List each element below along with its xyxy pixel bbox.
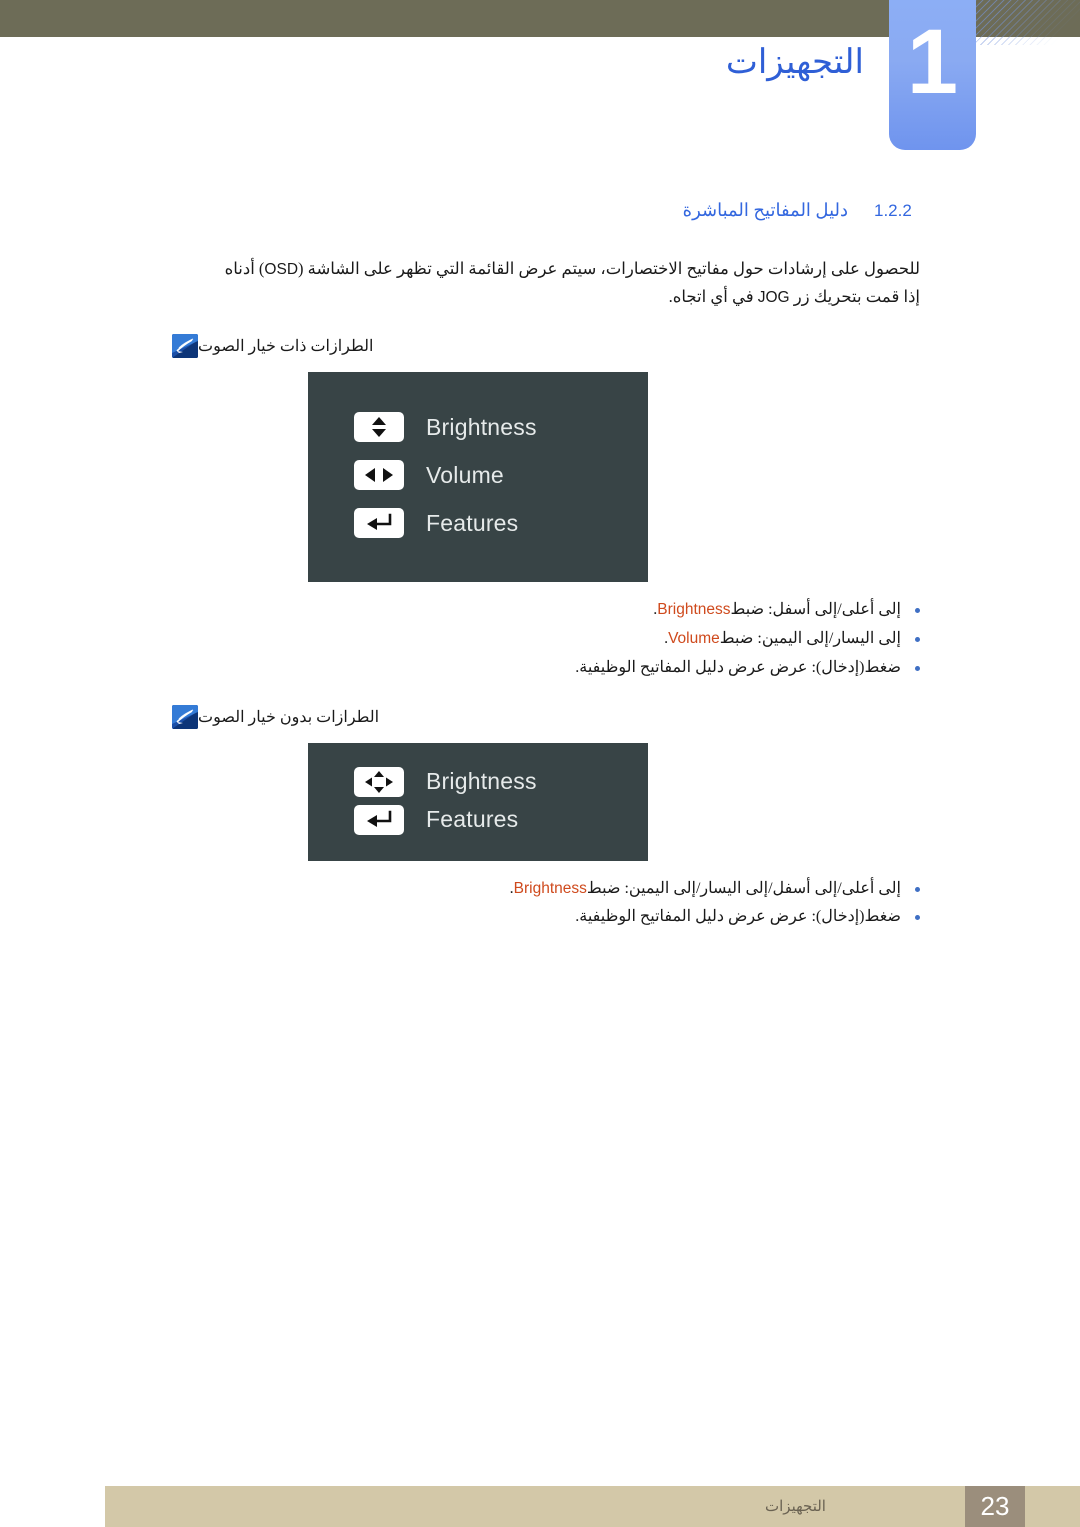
note-line-without-audio: الطرازات بدون خيار الصوت	[160, 704, 1080, 729]
osd-label-features: Features	[426, 806, 519, 833]
jog-abbreviation: JOG	[757, 288, 790, 306]
bullet-text: إلى اليسار/إلى اليمين: ضبطVolume.	[664, 627, 901, 652]
paragraph-part-a: للحصول على إرشادات حول مفاتيح الاختصارات…	[298, 259, 920, 278]
bullet-highlight: Brightness	[657, 601, 731, 619]
enter-arrow-icon	[354, 804, 404, 835]
page-number: 23	[980, 1491, 1010, 1521]
diagonal-hatch-decoration	[975, 0, 1080, 45]
note-pen-icon	[172, 334, 198, 359]
bullet-dot-icon	[915, 886, 920, 892]
section-number: 1.2.2	[874, 201, 912, 220]
note-pen-icon	[172, 704, 198, 729]
osd-label-brightness: Brightness	[426, 768, 537, 795]
list-item: ضغط(إدخال): عرض عرض دليل المفاتيح الوظيف…	[0, 656, 920, 681]
osd-row-brightness[interactable]: Brightness	[308, 766, 648, 797]
section-heading: 1.2.2 دليل المفاتيح المباشرة	[0, 200, 1080, 221]
note-text-without-audio: الطرازات بدون خيار الصوت	[198, 708, 380, 726]
bullet-dot-icon	[915, 665, 920, 671]
bullet-pre: ضغط(إدخال): عرض عرض دليل المفاتيح الوظيف…	[575, 658, 901, 676]
bullet-text: ضغط(إدخال): عرض عرض دليل المفاتيح الوظيف…	[575, 656, 901, 681]
osd-row-features[interactable]: Features	[308, 508, 648, 539]
bullet-pre: إلى أعلى/إلى أسفل: ضبط	[730, 601, 902, 619]
four-way-diamond-icon	[354, 766, 404, 797]
section-title: دليل المفاتيح المباشرة	[682, 200, 848, 220]
bullet-dot-icon	[915, 636, 920, 642]
note-line-with-audio: الطرازات ذات خيار الصوت	[160, 334, 1080, 359]
enter-arrow-icon	[354, 508, 404, 539]
osd-row-features[interactable]: Features	[308, 804, 648, 835]
footer-bar: التجهيزات 23	[105, 1486, 1080, 1527]
up-down-arrows-icon	[354, 412, 404, 443]
osd-label-volume: Volume	[426, 461, 504, 488]
osd-menu-with-audio: Brightness Volume Features	[308, 372, 648, 583]
bullet-pre: ضغط(إدخال): عرض عرض دليل المفاتيح الوظيف…	[575, 908, 901, 926]
chapter-title: التجهيزات	[725, 44, 864, 81]
list-item: إلى أعلى/إلى أسفل: ضبطBrightness.	[0, 598, 920, 623]
bullet-text: إلى أعلى/إلى أسفل/إلى اليسار/إلى اليمين:…	[510, 877, 901, 902]
osd-row-volume[interactable]: Volume	[308, 460, 648, 491]
list-item: ضغط(إدخال): عرض عرض دليل المفاتيح الوظيف…	[0, 905, 920, 930]
bullet-text: ضغط(إدخال): عرض عرض دليل المفاتيح الوظيف…	[575, 905, 901, 930]
bullet-text: إلى أعلى/إلى أسفل: ضبطBrightness.	[653, 598, 901, 623]
page-number-box: 23	[965, 1486, 1025, 1527]
chapter-tab: 1	[889, 0, 976, 150]
osd-menu-without-audio: Brightness Features	[308, 742, 648, 861]
osd-abbreviation: OSD	[264, 261, 299, 278]
bullet-highlight: Volume	[668, 629, 720, 647]
intro-paragraph: للحصول على إرشادات حول مفاتيح الاختصارات…	[220, 255, 920, 310]
note-text-with-audio: الطرازات ذات خيار الصوت	[198, 338, 374, 356]
bullet-highlight: Brightness	[513, 879, 587, 897]
bullet-pre: إلى أعلى/إلى أسفل/إلى اليسار/إلى اليمين:…	[586, 879, 901, 897]
bullet-list-without-audio: إلى أعلى/إلى أسفل/إلى اليسار/إلى اليمين:…	[0, 877, 920, 931]
osd-label-features: Features	[426, 509, 519, 536]
bullet-dot-icon	[915, 608, 920, 614]
left-right-arrows-icon	[354, 460, 404, 491]
bullet-pre: إلى اليسار/إلى اليمين: ضبط	[719, 629, 901, 647]
osd-label-brightness: Brightness	[426, 413, 537, 440]
footer-chapter-label: التجهيزات	[765, 1499, 826, 1515]
bullet-list-with-audio: إلى أعلى/إلى أسفل: ضبطBrightness. إلى ال…	[0, 598, 920, 680]
bullet-dot-icon	[915, 915, 920, 921]
list-item: إلى اليسار/إلى اليمين: ضبطVolume.	[0, 627, 920, 652]
osd-row-brightness[interactable]: Brightness	[308, 412, 648, 443]
list-item: إلى أعلى/إلى أسفل/إلى اليسار/إلى اليمين:…	[0, 877, 920, 902]
paragraph-part-c: في أي اتجاه.	[668, 286, 758, 306]
page-content: 1.2.2 دليل المفاتيح المباشرة للحصول على …	[0, 200, 1080, 934]
chapter-number: 1	[906, 11, 959, 113]
